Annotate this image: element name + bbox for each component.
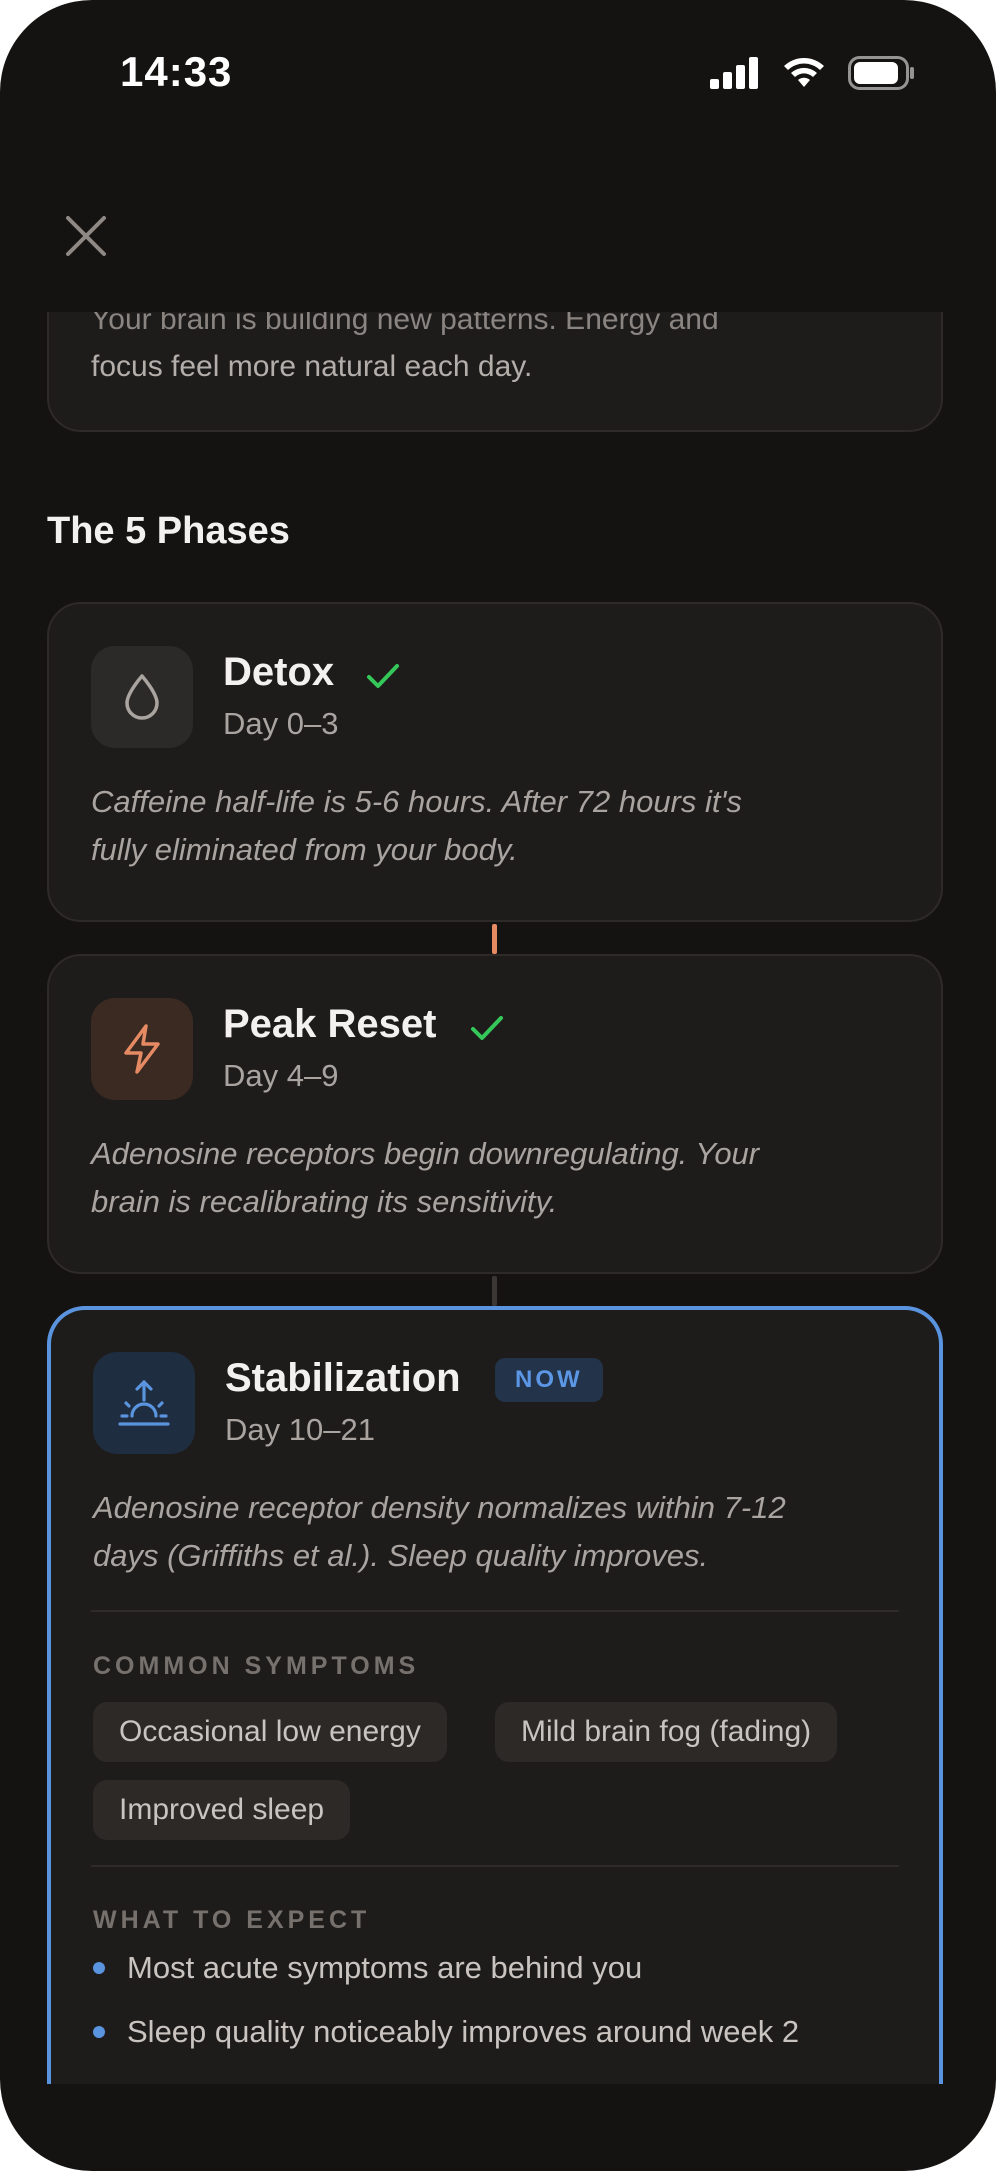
phase-description-line-1: Adenosine receptor density normalizes wi…: [93, 1490, 786, 1525]
app-screen: 14:33 Your brain is building new pattern…: [0, 0, 996, 2171]
symptom-chip: Mild brain fog (fading): [495, 1702, 838, 1762]
symptom-chip: Improved sleep: [93, 1780, 351, 1840]
divider: [91, 1865, 899, 1867]
nav-bar: [0, 150, 996, 312]
phase-summary-card: Your brain is building new patterns. Ene…: [47, 312, 943, 432]
expect-item: Sleep quality noticeably improves around…: [93, 2014, 799, 2050]
wifi-icon: [784, 58, 824, 87]
expect-item: Most acute symptoms are behind you: [93, 1950, 642, 1986]
phase-name: Detox: [223, 650, 335, 694]
phase-description-line-2: brain is recalibrating its sensitivity.: [91, 1184, 558, 1219]
phase-days: Day 4–9: [223, 1058, 339, 1093]
expect-label: WHAT TO EXPECT: [93, 1906, 371, 1934]
expect-item-text: Most acute symptoms are behind you: [127, 1950, 643, 1985]
check-icon: [471, 1016, 503, 1040]
section-title: The 5 Phases: [47, 510, 290, 552]
cellular-signal-icon: [710, 57, 758, 89]
phase-card-stabilization[interactable]: Stabilization NOW Day 10–21 Adenosine re…: [47, 1306, 943, 2084]
now-badge: NOW: [495, 1358, 603, 1402]
phase-connector: [492, 924, 497, 954]
status-time: 14:33: [120, 48, 233, 95]
phase-summary-line-1: Your brain is building new patterns. Ene…: [91, 312, 719, 336]
phase-days: Day 0–3: [223, 706, 339, 741]
phase-description-line-2: days (Griffiths et al.). Sleep quality i…: [93, 1538, 709, 1573]
phase-connector: [492, 1276, 497, 1306]
phase-description: Adenosine receptor density normalizes wi…: [93, 1484, 897, 1580]
symptom-chip: Occasional low energy: [93, 1702, 447, 1762]
phase-days: Day 10–21: [225, 1412, 375, 1447]
battery-icon: [848, 56, 914, 90]
close-icon[interactable]: [60, 210, 112, 262]
scroll-content[interactable]: Your brain is building new patterns. Ene…: [0, 312, 996, 2084]
phase-summary-line-2: focus feel more natural each day.: [91, 350, 533, 383]
phase-card-peak-reset[interactable]: Peak Reset Day 4–9 Adenosine receptors b…: [47, 954, 943, 1274]
phase-name: Peak Reset: [223, 1002, 437, 1046]
phase-name: Stabilization: [225, 1356, 461, 1400]
symptoms-label: COMMON SYMPTOMS: [93, 1652, 420, 1680]
check-icon: [367, 664, 399, 688]
phase-summary-text: Your brain is building new patterns. Ene…: [91, 312, 899, 390]
sunrise-icon: [93, 1352, 195, 1454]
status-bar: 14:33: [0, 0, 996, 150]
lightning-icon: [91, 998, 193, 1100]
status-icons: [710, 56, 916, 90]
expect-item-text: Sleep quality noticeably improves around…: [127, 2014, 800, 2049]
bullet-dot: [93, 2026, 105, 2038]
phase-description: Caffeine half-life is 5-6 hours. After 7…: [91, 778, 899, 874]
phase-description-line-2: fully eliminated from your body.: [91, 832, 518, 867]
divider: [91, 1610, 899, 1612]
phase-description-line-1: Caffeine half-life is 5-6 hours. After 7…: [91, 784, 742, 819]
bullet-dot: [93, 1962, 105, 1974]
phase-description-line-1: Adenosine receptors begin downregulating…: [91, 1136, 760, 1171]
phase-card-detox[interactable]: Detox Day 0–3 Caffeine half-life is 5-6 …: [47, 602, 943, 922]
phase-description: Adenosine receptors begin downregulating…: [91, 1130, 899, 1226]
droplet-icon: [91, 646, 193, 748]
